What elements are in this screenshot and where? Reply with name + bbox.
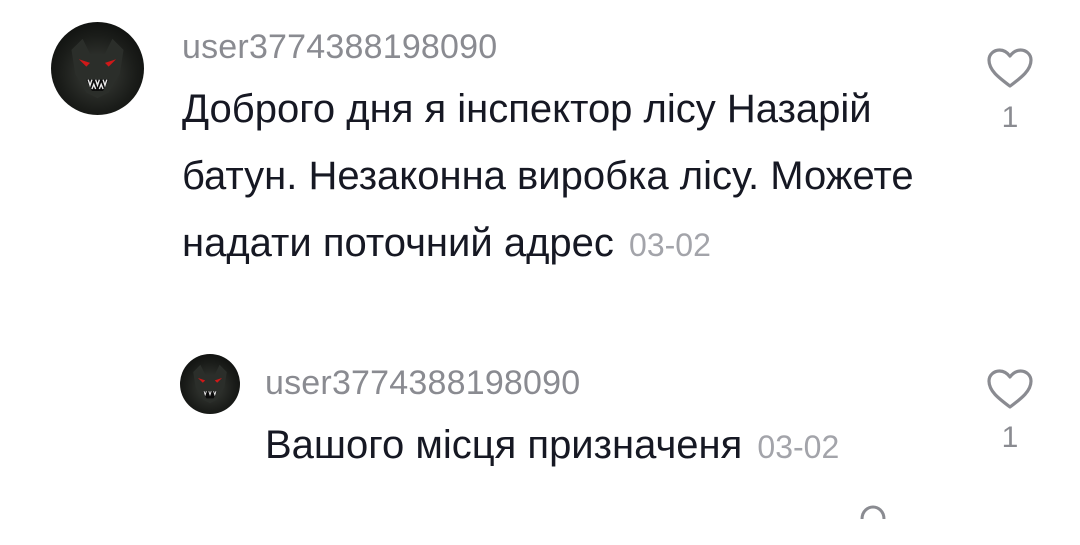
heart-outline-icon <box>987 369 1033 409</box>
reply-body: Вашого місця призначеня <box>265 423 743 467</box>
comment-text: Доброго дня я інспектор лісу Назарій бат… <box>182 76 942 279</box>
like-count: 1 <box>1001 101 1019 134</box>
avatar[interactable] <box>51 22 144 115</box>
comment-date: 03-02 <box>629 227 711 263</box>
reply-date: 03-02 <box>757 429 840 465</box>
like-count: 1 <box>1001 421 1019 454</box>
comment-body: Доброго дня я інспектор лісу Назарій бат… <box>182 87 914 265</box>
reply-username[interactable]: user3774388198090 <box>265 364 580 403</box>
comment-username[interactable]: user3774388198090 <box>182 28 497 67</box>
heart-outline-icon <box>987 48 1033 88</box>
wolf-avatar-icon <box>193 364 227 404</box>
like-button[interactable] <box>980 47 1040 89</box>
wolf-avatar-icon <box>71 38 124 99</box>
like-button[interactable] <box>980 368 1040 410</box>
reply-text: Вашого місця призначеня 03-02 <box>265 412 965 481</box>
partial-next-item-icon <box>848 505 898 545</box>
avatar[interactable] <box>180 354 240 414</box>
